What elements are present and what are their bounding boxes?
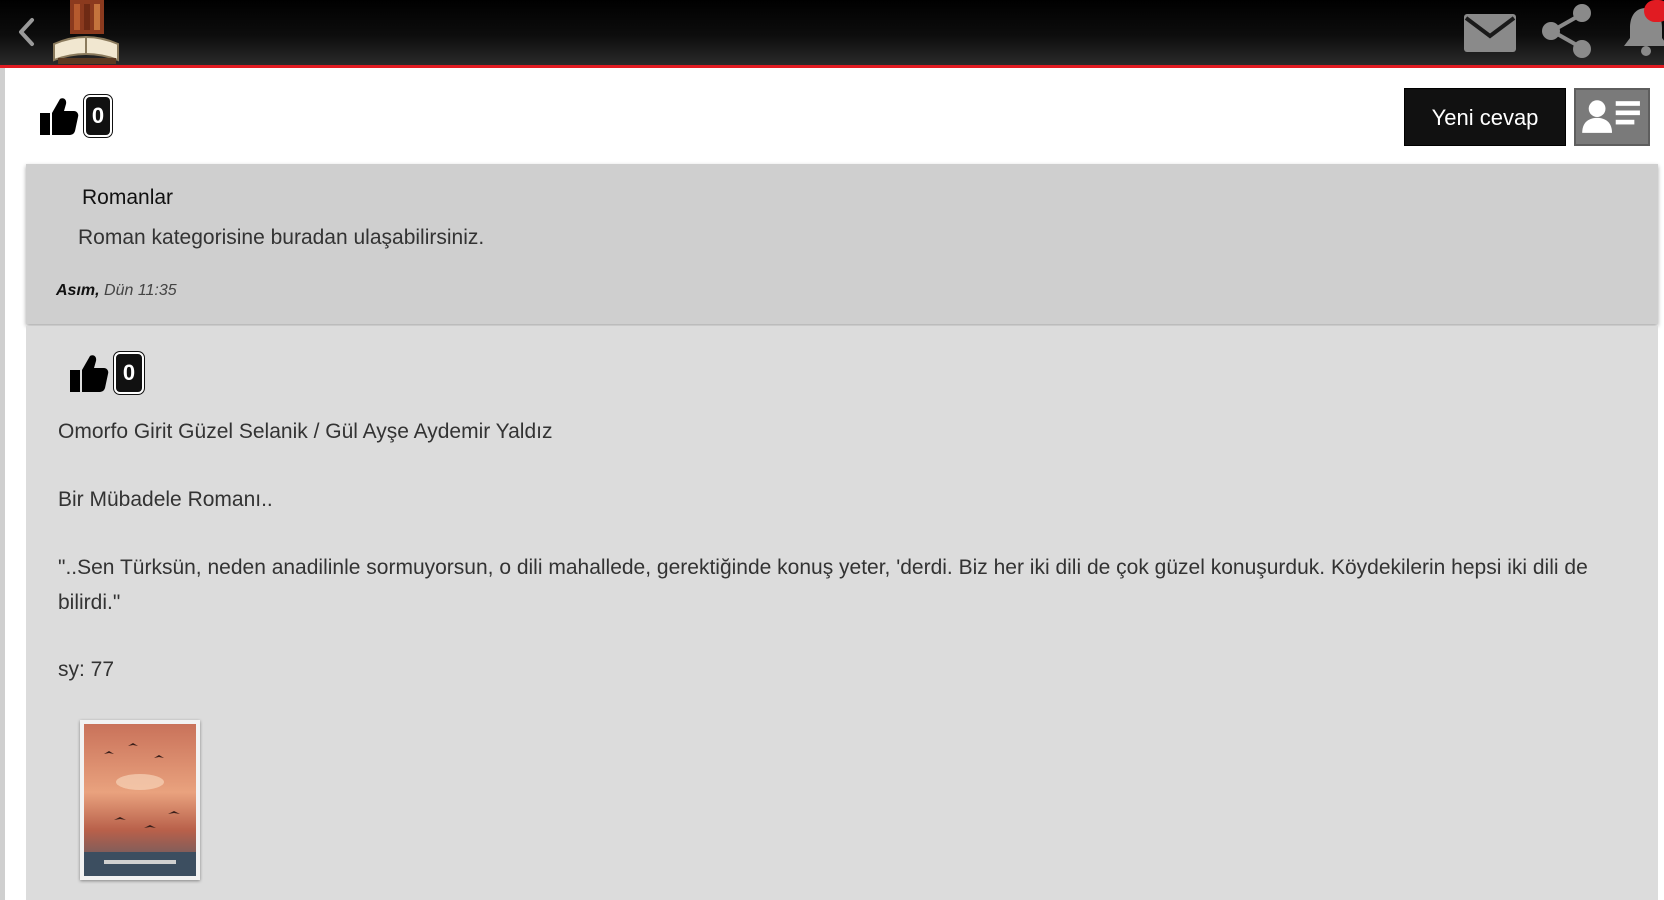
category-title[interactable]: Romanlar <box>82 186 173 210</box>
share-icon[interactable] <box>1538 2 1596 60</box>
like-count: 0 <box>84 95 112 137</box>
thumbs-up-icon[interactable] <box>66 352 110 394</box>
notification-badge[interactable] <box>1644 0 1664 22</box>
book-cover-art <box>84 724 196 876</box>
post-card: 0 Omorfo Girit Güzel Selanik / Gül Ayşe … <box>26 326 1658 900</box>
topic-like-group[interactable]: 0 <box>36 95 112 137</box>
post-time: Dün 11:35 <box>99 282 177 299</box>
left-edge-divider <box>0 68 5 900</box>
post-subtitle-line: Bir Mübadele Romanı.. <box>58 488 273 511</box>
post-page-ref: sy: 77 <box>58 658 115 681</box>
post-like-group[interactable]: 0 <box>66 352 144 394</box>
new-reply-button[interactable]: Yeni cevap <box>1404 88 1566 146</box>
user-list-button[interactable] <box>1574 88 1650 146</box>
mail-icon[interactable] <box>1462 12 1518 54</box>
category-header-card: Romanlar Roman kategorisine buradan ulaş… <box>26 164 1658 324</box>
category-description: Roman kategorisine buradan ulaşabilirsin… <box>78 226 485 249</box>
back-arrow-icon[interactable] <box>14 14 40 50</box>
like-count: 0 <box>114 352 144 394</box>
category-meta: Asım, Dün 11:35 <box>56 282 177 300</box>
user-list-icon <box>1582 100 1640 133</box>
post-title-line: Omorfo Girit Güzel Selanik / Gül Ayşe Ay… <box>58 420 553 443</box>
post-quote: "..Sen Türksün, neden anadilinle sormuyo… <box>58 556 1588 614</box>
book-cover-image[interactable] <box>80 720 200 880</box>
author-name[interactable]: Asım, <box>56 282 100 299</box>
top-bar <box>0 0 1664 68</box>
thumbs-up-icon[interactable] <box>36 95 80 137</box>
app-logo[interactable] <box>48 0 124 66</box>
